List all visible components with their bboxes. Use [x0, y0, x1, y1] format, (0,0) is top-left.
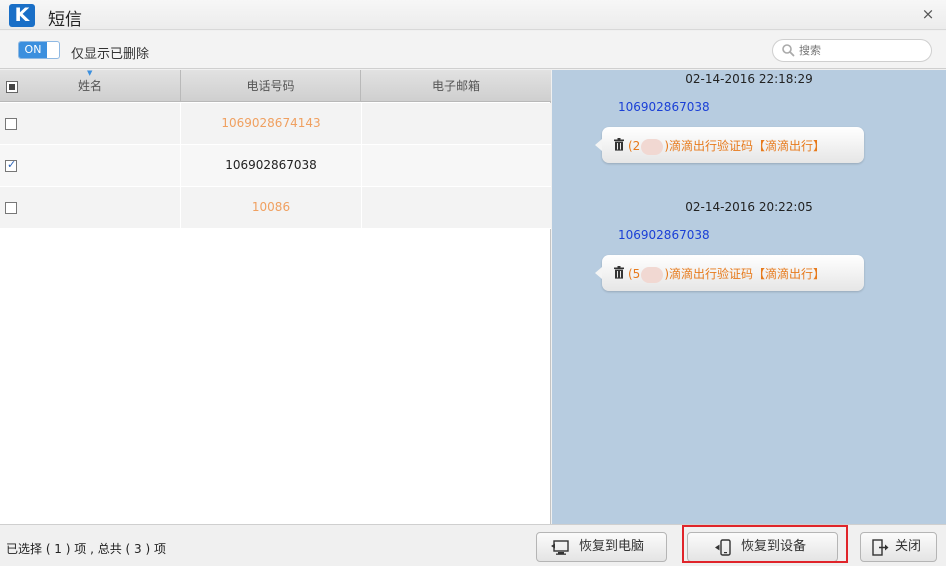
- message-text: (2 )滴滴出行验证码【滴滴出行】: [628, 137, 825, 155]
- message-bubble[interactable]: (2 )滴滴出行验证码【滴滴出行】: [595, 127, 864, 163]
- close-button-label: 关闭: [895, 539, 922, 554]
- row-checkbox[interactable]: [5, 118, 17, 130]
- contact-name: [20, 187, 180, 228]
- restore-to-device-button[interactable]: 恢复到设备: [687, 532, 838, 562]
- window-title: 短信: [48, 10, 82, 30]
- restore-to-pc-label: 恢复到电脑: [579, 539, 645, 554]
- restore-to-device-label: 恢复到设备: [741, 539, 807, 554]
- table-row[interactable]: 1069028674143: [0, 103, 551, 145]
- contact-email: [362, 187, 551, 228]
- search-input[interactable]: [799, 42, 925, 59]
- selection-status: 已选择 ( 1 ) 项 , 总共 ( 3 ) 项: [6, 542, 166, 556]
- redaction-blur: [641, 266, 664, 283]
- toolbar: ON 仅显示已删除: [0, 31, 946, 69]
- message-body: )滴滴出行验证码【滴滴出行】: [664, 139, 826, 153]
- contact-phone: 106902867038: [225, 158, 317, 172]
- contact-name: [20, 103, 180, 144]
- contact-phone: 10086: [251, 200, 291, 214]
- trash-icon: [614, 266, 624, 279]
- row-checkbox[interactable]: [5, 202, 17, 214]
- search-icon: [782, 44, 795, 57]
- message-timestamp: 02-14-2016 22:18:29: [685, 72, 813, 86]
- phone-device-icon: [715, 539, 731, 556]
- table-header: ▼ 姓名 电话号码 电子邮箱: [0, 70, 551, 102]
- message-bubble[interactable]: (5 )滴滴出行验证码【滴滴出行】: [595, 255, 864, 291]
- column-header-name[interactable]: ▼ 姓名: [0, 70, 181, 102]
- redaction-blur: [641, 138, 664, 155]
- restore-to-pc-button[interactable]: 恢复到电脑: [536, 532, 667, 562]
- app-logo-icon: K: [9, 4, 35, 27]
- column-header-phone-label: 电话号码: [246, 79, 295, 93]
- sort-indicator-icon: ▼: [87, 69, 93, 77]
- message-sender-number: 106902867038: [618, 228, 710, 242]
- column-header-email[interactable]: 电子邮箱: [361, 70, 551, 102]
- message-prefix: (5: [628, 267, 641, 281]
- message-sender-number: 106902867038: [618, 100, 710, 114]
- message-pane[interactable]: 02-14-2016 22:18:29 106902867038 (2 )滴滴出行…: [552, 70, 946, 524]
- contact-email: [362, 103, 551, 144]
- show-deleted-toggle[interactable]: ON: [18, 41, 60, 59]
- message-timestamp: 02-14-2016 20:22:05: [685, 200, 813, 214]
- search-box[interactable]: [772, 39, 932, 62]
- column-header-email-label: 电子邮箱: [431, 79, 480, 93]
- show-deleted-label: 仅显示已删除: [71, 47, 150, 62]
- message-text: (5 )滴滴出行验证码【滴滴出行】: [628, 265, 825, 283]
- table-row[interactable]: 106902867038: [0, 145, 551, 187]
- column-header-phone[interactable]: 电话号码: [181, 70, 361, 102]
- contact-name: [20, 145, 180, 186]
- contact-email: [362, 145, 551, 186]
- row-checkbox[interactable]: [5, 158, 17, 172]
- message-prefix: (2: [628, 139, 641, 153]
- message-body: )滴滴出行验证码【滴滴出行】: [664, 267, 826, 281]
- column-header-name-label: 姓名: [77, 79, 102, 93]
- trash-icon: [614, 138, 624, 151]
- title-bar: K 短信 ×: [0, 0, 946, 30]
- contact-phone: 1069028674143: [221, 116, 321, 130]
- status-bar: 已选择 ( 1 ) 项 , 总共 ( 3 ) 项 恢复到电脑 恢复到设备 关闭: [0, 524, 946, 566]
- toggle-state: ON: [19, 42, 47, 58]
- table-row[interactable]: 10086: [0, 187, 551, 229]
- exit-icon: [872, 539, 889, 556]
- close-icon[interactable]: ×: [920, 6, 936, 22]
- select-all-checkbox[interactable]: [6, 81, 18, 93]
- contact-table: ▼ 姓名 电话号码 电子邮箱 1069028674143 10690286703…: [0, 70, 551, 524]
- computer-icon: [551, 540, 569, 555]
- close-button[interactable]: 关闭: [860, 532, 937, 562]
